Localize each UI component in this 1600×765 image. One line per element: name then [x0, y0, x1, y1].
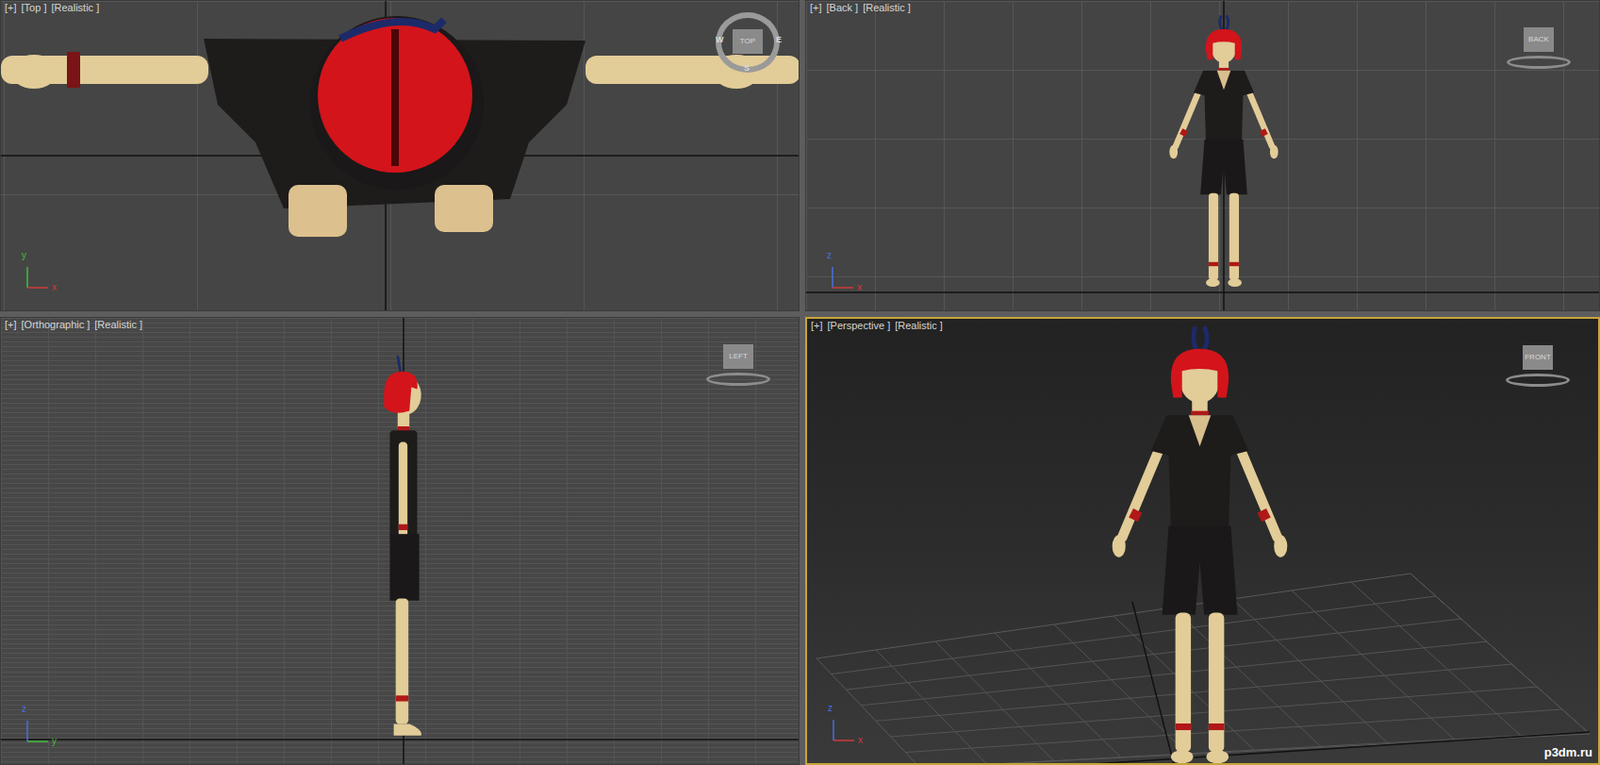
viewport-menu[interactable]: [+] — [4, 1, 17, 15]
viewport-label: [+] [Top ][Realistic ] — [4, 1, 99, 15]
viewport[interactable]: [+][Orthographic ][Realistic ]LEFTzy — [0, 316, 800, 765]
viewcube-face[interactable]: TOP — [732, 29, 763, 54]
axis-gizmo: zx — [827, 711, 870, 750]
axis-label: y — [21, 249, 27, 261]
grid-axis-lines — [806, 0, 1600, 311]
viewcube[interactable]: LEFT — [704, 330, 773, 392]
viewcube-ring-icon — [1506, 55, 1571, 69]
viewcube[interactable]: TOP W S E — [713, 8, 782, 77]
viewport-label: [+][Back ][Realistic ] — [809, 1, 911, 15]
character-model[interactable] — [1154, 14, 1293, 290]
viewcube-face[interactable]: BACK — [1523, 27, 1554, 52]
watermark: p3dm.ru — [1544, 744, 1593, 759]
viewcube-ring-icon — [706, 372, 771, 386]
axis-label: y — [51, 735, 57, 746]
viewport-menu[interactable]: [Realistic ] — [894, 319, 943, 332]
axis-tripod-icon — [21, 714, 54, 747]
viewport-menu[interactable]: [Realistic ] — [50, 1, 99, 15]
character-model[interactable] — [1088, 324, 1311, 765]
axis-label: x — [857, 281, 862, 293]
axis-tripod-icon — [21, 261, 54, 294]
viewport-label: [+] [Orthographic ][Realistic ] — [4, 318, 143, 331]
axis-label: z — [826, 249, 832, 261]
axis-gizmo: zy — [21, 712, 64, 751]
viewport[interactable]: [+][Top ][Realistic ]TOPWSEyx — [0, 0, 800, 312]
axis-label: z — [21, 703, 27, 714]
viewport-layout: [+][Top ][Realistic ]TOPWSEyx[+][Back ][… — [0, 0, 1600, 765]
compass-letter[interactable]: S — [743, 63, 750, 73]
axis-label: z — [827, 702, 833, 713]
viewport-menu[interactable]: [Realistic ] — [862, 1, 911, 15]
viewport-menu[interactable]: [Perspective ] — [827, 319, 891, 332]
viewport-menu[interactable]: [Back ] — [826, 1, 859, 15]
viewport[interactable]: [+][Perspective ][Realistic ]FRONTzxp3dm… — [805, 316, 1600, 765]
axis-tripod-icon — [827, 713, 860, 746]
axis-label: x — [51, 281, 57, 293]
compass-letter[interactable]: E — [775, 34, 782, 45]
axis-tripod-icon — [826, 261, 859, 294]
character-model[interactable] — [0, 0, 800, 312]
viewcube-ring-icon — [1505, 373, 1570, 387]
axis-gizmo: zx — [826, 259, 869, 297]
viewcube[interactable]: FRONT — [1503, 331, 1572, 393]
viewport-menu[interactable]: [Top ] — [21, 1, 48, 15]
character-model[interactable] — [354, 347, 453, 740]
viewport-menu[interactable]: [Realistic ] — [94, 318, 143, 331]
axis-gizmo: yx — [21, 259, 64, 297]
viewport-menu[interactable]: [+] — [809, 1, 823, 15]
viewcube[interactable]: BACK — [1504, 14, 1573, 75]
viewcube-face[interactable]: FRONT — [1522, 345, 1553, 370]
viewport-menu[interactable]: [+] — [810, 319, 824, 332]
axis-label: x — [857, 734, 863, 745]
viewport-menu[interactable]: [Orthographic ] — [21, 318, 91, 331]
viewport[interactable]: [+][Back ][Realistic ]BACKzx — [805, 0, 1600, 312]
viewport-label: [+][Perspective ][Realistic ] — [810, 319, 943, 332]
viewport-menu[interactable]: [+] — [4, 318, 17, 331]
compass-letter[interactable]: W — [715, 34, 725, 45]
viewcube-face[interactable]: LEFT — [723, 344, 754, 369]
